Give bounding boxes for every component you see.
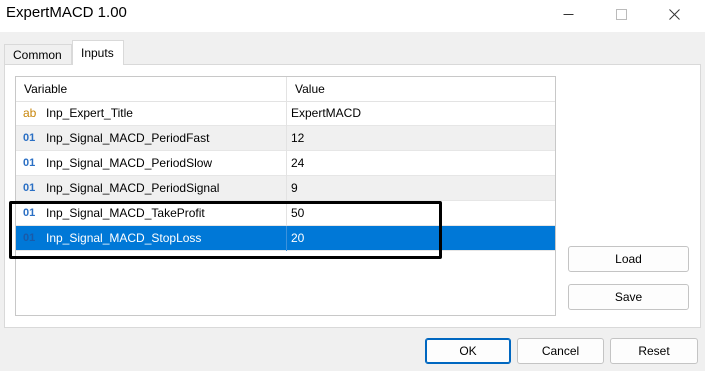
column-divider	[286, 151, 287, 176]
string-type-icon: ab	[23, 106, 37, 120]
column-divider	[286, 226, 287, 251]
column-header-variable[interactable]: Variable	[16, 77, 287, 101]
tab-common[interactable]: Common	[4, 44, 72, 64]
minimize-icon	[563, 13, 573, 15]
table-row[interactable]: ab Inp_Expert_Title ExpertMACD	[16, 101, 555, 126]
variable-name: Inp_Signal_MACD_PeriodFast	[46, 131, 210, 145]
ok-button[interactable]: OK	[425, 338, 511, 364]
variable-value[interactable]: 9	[291, 176, 551, 201]
maximize-icon	[615, 8, 627, 20]
variable-name: Inp_Signal_MACD_StopLoss	[46, 231, 202, 245]
column-divider	[286, 201, 287, 226]
inputs-table: Variable Value ab Inp_Expert_Title Exper…	[15, 76, 556, 316]
maximize-button[interactable]	[598, 0, 644, 28]
variable-name: Inp_Expert_Title	[46, 106, 133, 120]
integer-type-icon: 01	[23, 132, 36, 144]
title-bar: ExpertMACD 1.00	[0, 0, 705, 32]
column-divider	[286, 126, 287, 151]
variable-name: Inp_Signal_MACD_PeriodSignal	[46, 181, 220, 195]
integer-type-icon: 01	[23, 232, 36, 244]
table-row[interactable]: 01 Inp_Signal_MACD_PeriodSlow 24	[16, 151, 555, 176]
table-row[interactable]: 01 Inp_Signal_MACD_TakeProfit 50	[16, 201, 555, 226]
variable-value[interactable]: 12	[291, 126, 551, 151]
integer-type-icon: 01	[23, 157, 36, 169]
variable-value[interactable]: ExpertMACD	[291, 101, 551, 126]
integer-type-icon: 01	[23, 182, 36, 194]
table-row-selected[interactable]: 01 Inp_Signal_MACD_StopLoss 20	[16, 226, 555, 251]
save-button[interactable]: Save	[568, 284, 689, 310]
load-button[interactable]: Load	[568, 246, 689, 272]
column-divider	[286, 176, 287, 201]
reset-button[interactable]: Reset	[610, 338, 698, 364]
cancel-button[interactable]: Cancel	[517, 338, 604, 364]
close-button[interactable]	[651, 0, 697, 28]
window-title: ExpertMACD 1.00	[6, 4, 127, 21]
tab-inputs[interactable]: Inputs	[72, 40, 124, 65]
variable-value[interactable]: 24	[291, 151, 551, 176]
variable-name: Inp_Signal_MACD_TakeProfit	[46, 206, 205, 220]
column-divider	[286, 101, 287, 126]
integer-type-icon: 01	[23, 207, 36, 219]
table-header: Variable Value	[16, 77, 555, 102]
close-icon	[668, 8, 680, 20]
variable-name: Inp_Signal_MACD_PeriodSlow	[46, 156, 213, 170]
column-header-value[interactable]: Value	[287, 77, 555, 101]
variable-value[interactable]: 20	[291, 226, 551, 251]
table-row[interactable]: 01 Inp_Signal_MACD_PeriodFast 12	[16, 126, 555, 151]
variable-value[interactable]: 50	[291, 201, 551, 226]
table-row[interactable]: 01 Inp_Signal_MACD_PeriodSignal 9	[16, 176, 555, 201]
minimize-button[interactable]	[545, 0, 591, 28]
